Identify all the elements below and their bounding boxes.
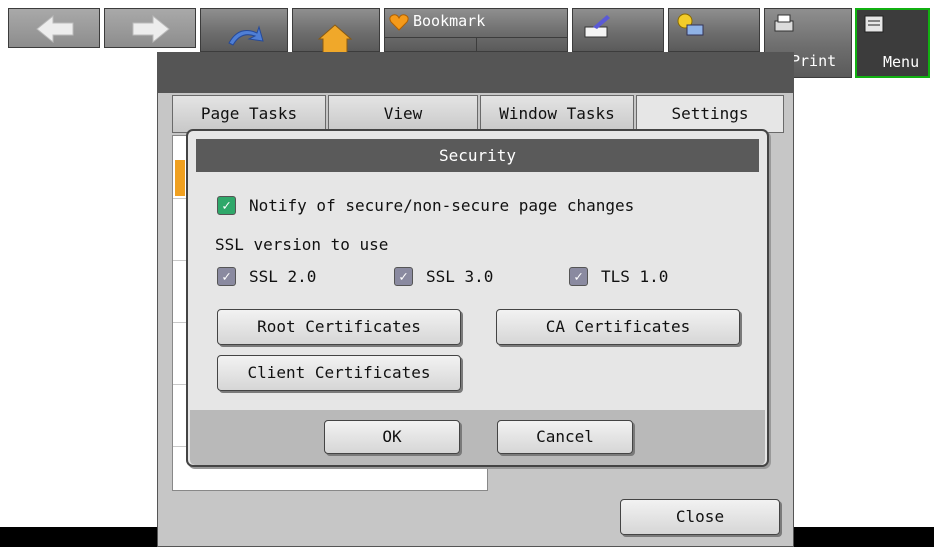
back-button[interactable] [8,8,100,48]
refresh-icon [228,25,264,46]
tls1-label: TLS 1.0 [601,267,669,286]
tab-page-tasks[interactable]: Page Tasks [172,95,326,133]
url-button[interactable] [572,8,664,52]
close-button[interactable]: Close [620,499,780,535]
menu-label: Menu [883,53,920,71]
client-certificates-button[interactable]: Client Certificates [217,355,461,391]
bookmark-label: Bookmark [413,12,486,30]
home-icon [317,24,353,53]
tab-window-tasks[interactable]: Window Tasks [480,95,634,133]
heart-icon [389,14,409,31]
back-arrow-icon [36,14,74,44]
bottom-bar-right [794,527,934,547]
settings-button[interactable] [668,8,760,52]
bookmark-sub-left[interactable] [385,37,477,51]
security-dialog: Security ✓ Notify of secure/non-secure p… [186,129,769,467]
tab-view[interactable]: View [328,95,478,133]
forward-button[interactable] [104,8,196,48]
bottom-bar-left [0,527,157,547]
settings-key-icon [677,13,704,36]
ok-button[interactable]: OK [324,420,460,454]
root-certificates-button[interactable]: Root Certificates [217,309,461,345]
ssl2-label: SSL 2.0 [249,267,317,286]
cancel-button[interactable]: Cancel [497,420,633,454]
notify-checkbox[interactable]: ✓ [217,196,236,215]
dialog-title: Security [196,139,759,172]
tab-settings[interactable]: Settings [636,95,784,133]
bookmark-button[interactable]: Bookmark [384,8,568,52]
notify-label: Notify of secure/non-secure page changes [249,196,635,215]
bookmark-sub-right[interactable] [477,37,567,51]
refresh-button[interactable] [200,8,288,52]
ssl3-checkbox[interactable]: ✓ [394,267,413,286]
printer-icon [774,14,794,32]
menu-button[interactable]: Menu [855,8,930,78]
ssl3-label: SSL 3.0 [426,267,494,286]
tls1-checkbox[interactable]: ✓ [569,267,588,286]
list-selection-marker [175,160,185,196]
url-icon [584,15,610,38]
print-label: Print [791,52,837,70]
ssl-heading: SSL version to use [215,235,389,254]
home-button[interactable] [292,8,380,53]
forward-arrow-icon [132,14,170,44]
dialog-footer: OK Cancel [190,410,765,465]
menu-icon [864,15,884,33]
ssl2-checkbox[interactable]: ✓ [217,267,236,286]
menu-window-titlebar [158,53,793,93]
ca-certificates-button[interactable]: CA Certificates [496,309,740,345]
